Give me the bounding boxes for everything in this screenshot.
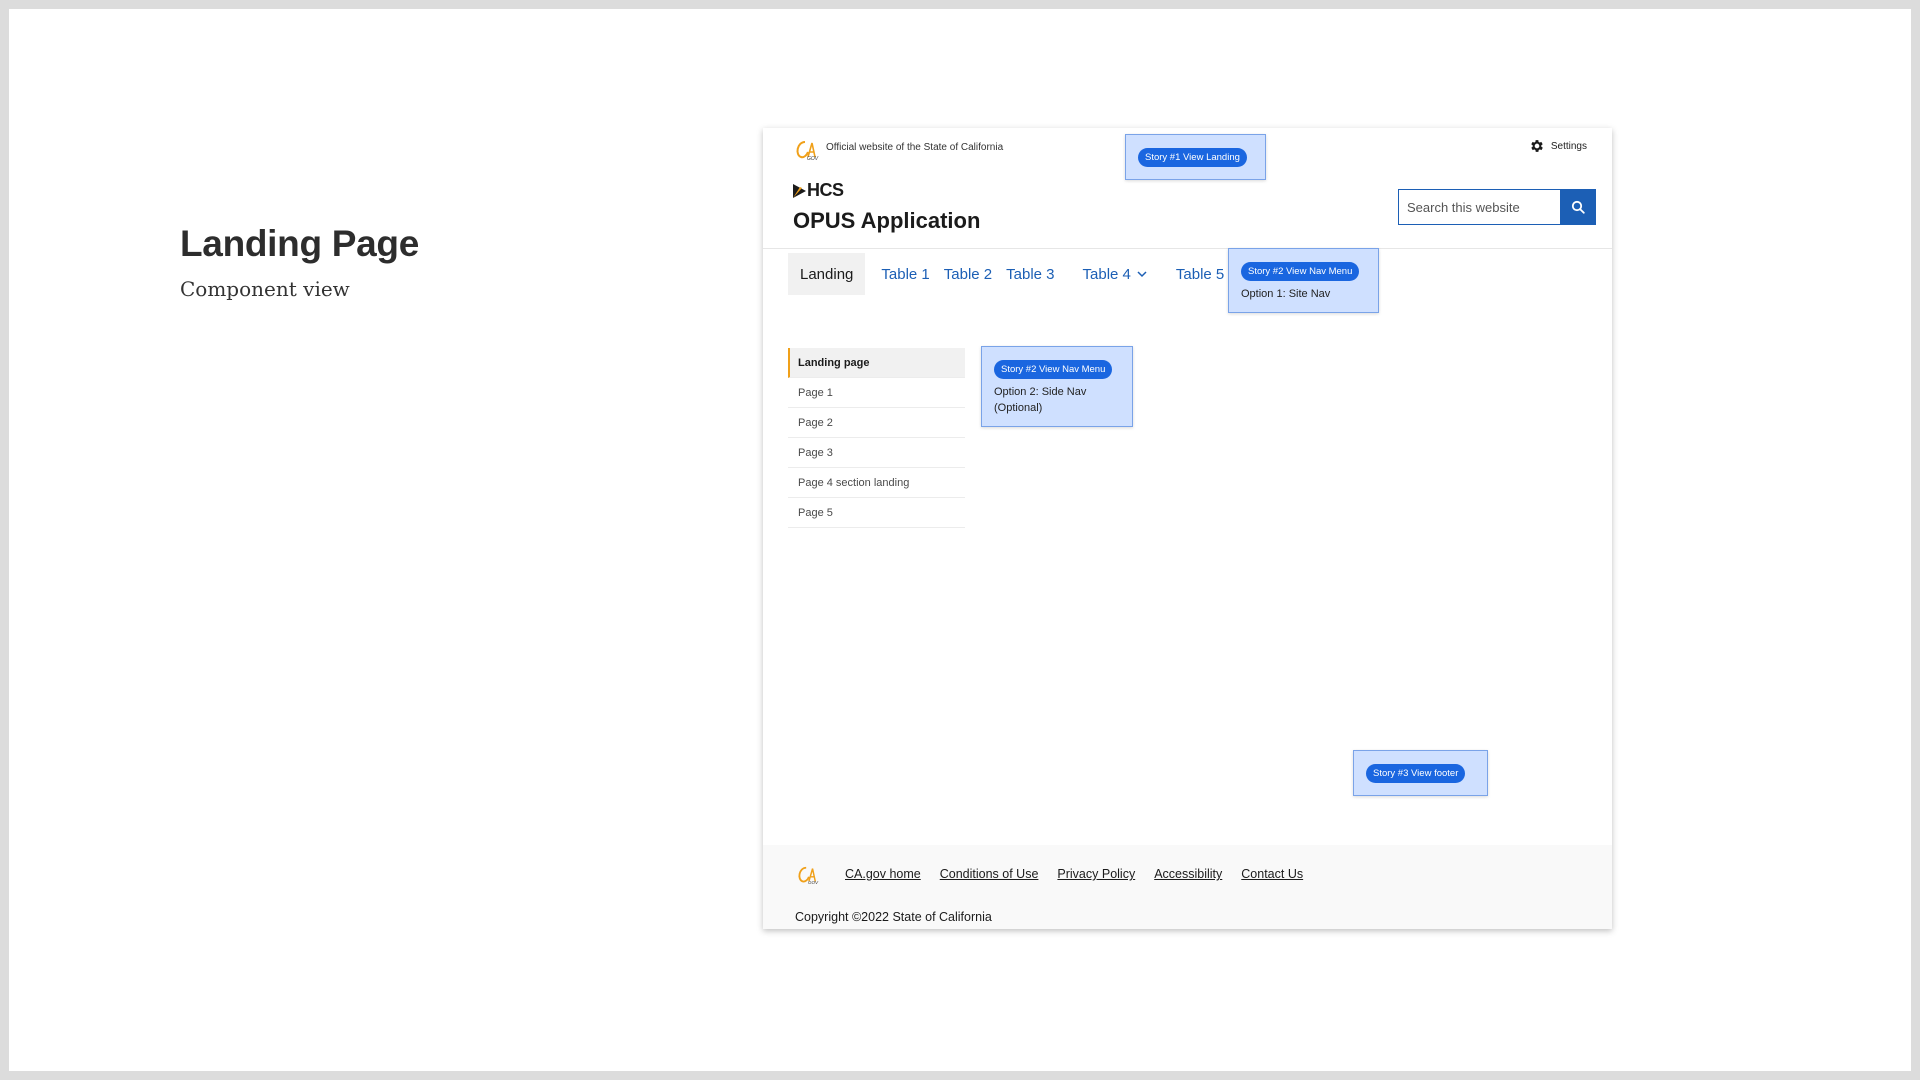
svg-text:GOV: GOV <box>808 880 819 885</box>
settings-button[interactable]: Settings <box>1529 138 1587 154</box>
cagov-logo-icon[interactable]: GOV <box>793 139 821 161</box>
footer-link-cagov-home[interactable]: CA.gov home <box>845 867 921 881</box>
story-annotation-1: Story #1 View Landing <box>1125 134 1266 180</box>
nav-item-table-3[interactable]: Table 3 <box>999 253 1061 295</box>
story-text: Option 1: Site Nav <box>1241 288 1331 300</box>
cagov-footer-logo-icon[interactable]: GOV <box>795 865 821 885</box>
settings-label: Settings <box>1550 140 1587 152</box>
nav-item-table-1[interactable]: Table 1 <box>877 253 936 295</box>
nav-item-table-4[interactable]: Table 4 <box>1076 253 1155 295</box>
search-icon <box>1571 200 1585 214</box>
sidenav-item-page-3[interactable]: Page 3 <box>788 438 965 468</box>
dhcs-logo[interactable]: HCS <box>793 180 844 201</box>
dhcs-brand-text: HCS <box>807 180 844 200</box>
search-input[interactable] <box>1398 189 1560 225</box>
footer: GOV CA.gov home Conditions of Use Privac… <box>763 845 1612 929</box>
search-button[interactable] <box>1560 189 1596 225</box>
dhcs-mark-icon <box>793 183 806 198</box>
footer-link-accessibility[interactable]: Accessibility <box>1154 867 1222 881</box>
nav-item-table-2[interactable]: Table 2 <box>937 253 999 295</box>
sidenav-item-page-1[interactable]: Page 1 <box>788 378 965 408</box>
copyright-text: Copyright ©2022 State of California <box>795 910 992 924</box>
app-title: OPUS Application <box>793 208 981 233</box>
nav-item-table-5[interactable]: Table 5 <box>1169 253 1231 295</box>
sidenav-item-page-2[interactable]: Page 2 <box>788 408 965 438</box>
svg-text:GOV: GOV <box>807 156 819 161</box>
gear-icon <box>1531 140 1543 152</box>
sidenav-item-landing-page[interactable]: Landing page <box>788 348 965 378</box>
header-divider <box>763 248 1612 249</box>
nav-item-table-4-label: Table 4 <box>1082 265 1131 283</box>
sidenav-item-page-5[interactable]: Page 5 <box>788 498 965 528</box>
site-nav: Landing Table 1 Table 2 Table 3 Table 4 … <box>788 253 1231 295</box>
side-nav: Landing page Page 1 Page 2 Page 3 Page 4… <box>788 348 965 528</box>
footer-link-contact[interactable]: Contact Us <box>1241 867 1303 881</box>
page-mockup: GOV Official website of the State of Cal… <box>763 128 1612 929</box>
nav-item-landing[interactable]: Landing <box>788 253 866 295</box>
story-pill: Story #3 View footer <box>1366 764 1466 783</box>
footer-links: CA.gov home Conditions of Use Privacy Po… <box>845 867 1303 881</box>
footer-link-privacy[interactable]: Privacy Policy <box>1057 867 1135 881</box>
slide-subtitle: Component view <box>180 277 350 301</box>
search-form <box>1398 189 1596 225</box>
footer-link-conditions[interactable]: Conditions of Use <box>940 867 1039 881</box>
story-pill: Story #2 View Nav Menu <box>1241 262 1360 281</box>
sidenav-item-page-4[interactable]: Page 4 section landing <box>788 468 965 498</box>
chevron-down-icon <box>1137 271 1147 278</box>
story-text: Option 2: Side Nav (Optional) <box>994 386 1087 414</box>
slide-title: Landing Page <box>180 223 419 264</box>
official-website-text: Official website of the State of Califor… <box>826 142 1004 153</box>
story-annotation-2a: Story #2 View Nav Menu Option 1: Site Na… <box>1228 248 1379 313</box>
story-pill: Story #2 View Nav Menu <box>994 360 1113 379</box>
story-annotation-2b: Story #2 View Nav Menu Option 2: Side Na… <box>981 346 1133 427</box>
story-annotation-3: Story #3 View footer <box>1353 750 1488 796</box>
story-pill: Story #1 View Landing <box>1138 148 1247 167</box>
